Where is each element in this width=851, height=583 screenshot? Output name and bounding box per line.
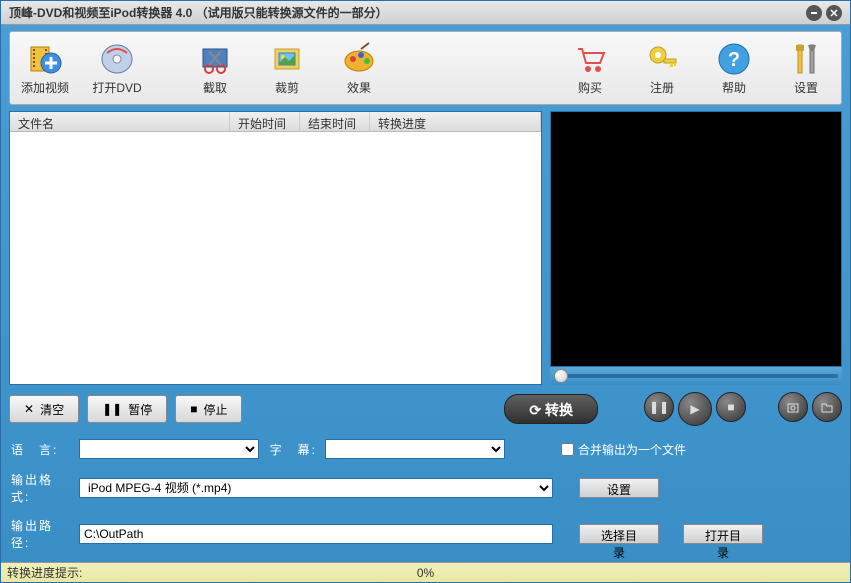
merge-label: 合并输出为一个文件 [578, 441, 686, 458]
toolbar-label: 注册 [650, 79, 674, 96]
open-dvd-icon [99, 41, 135, 77]
video-preview[interactable] [550, 111, 842, 367]
x-icon: ✕ [24, 402, 34, 416]
file-list[interactable]: 文件名 开始时间 结束时间 转换进度 [9, 111, 542, 385]
open-folder-button[interactable] [812, 392, 842, 422]
help-button[interactable]: ? 帮助 [705, 41, 763, 96]
convert-button[interactable]: ⟳ 转换 [504, 394, 598, 424]
clear-button[interactable]: ✕清空 [9, 395, 79, 423]
toolbar-group-edit: 截取 裁剪 效果 [186, 41, 388, 96]
add-video-icon [27, 41, 63, 77]
file-list-body[interactable] [10, 132, 541, 384]
media-pause-button[interactable]: ❚❚ [644, 392, 674, 422]
language-select[interactable] [79, 439, 259, 459]
open-dvd-button[interactable]: 打开DVD [88, 41, 146, 96]
subtitle-label: 字 幕: [267, 441, 317, 458]
app-window: 顶峰-DVD和视频至iPod转换器 4.0 （试用版只能转换源文件的一部分） 添… [0, 0, 851, 583]
main-area: 文件名 开始时间 结束时间 转换进度 [9, 111, 842, 385]
toolbar-label: 效果 [347, 79, 371, 96]
status-label: 转换进度提示: [7, 564, 82, 581]
toolbar-label: 帮助 [722, 79, 746, 96]
svg-text:?: ? [728, 49, 740, 71]
col-progress[interactable]: 转换进度 [370, 112, 541, 131]
toolbar-label: 打开DVD [92, 79, 141, 96]
toolbar-group-file: 添加视频 打开DVD [16, 41, 146, 96]
snapshot-button[interactable] [778, 392, 808, 422]
output-form: 语 言: 字 幕: 合并输出为一个文件 输出格式: iPod MPEG-4 视频… [11, 439, 840, 551]
media-controls: ❚❚ ▶ ■ [644, 392, 842, 426]
palette-icon [341, 41, 377, 77]
settings-button[interactable]: 设置 [777, 41, 835, 96]
col-start[interactable]: 开始时间 [230, 112, 300, 131]
stop-icon: ■ [190, 402, 197, 416]
window-title: 顶峰-DVD和视频至iPod转换器 4.0 （试用版只能转换源文件的一部分） [9, 4, 806, 21]
minimize-button[interactable] [806, 5, 822, 21]
buy-button[interactable]: 购买 [561, 41, 619, 96]
media-play-button[interactable]: ▶ [678, 392, 712, 426]
tools-icon [788, 41, 824, 77]
toolbar-label: 裁剪 [275, 79, 299, 96]
browse-button[interactable]: 选择目录 [579, 524, 659, 544]
toolbar-label: 设置 [794, 79, 818, 96]
crop-icon [269, 41, 305, 77]
control-bar: ✕清空 ❚❚暂停 ■停止 ⟳ 转换 ❚❚ ▶ ■ [9, 393, 842, 425]
toolbar-label: 添加视频 [21, 79, 69, 96]
file-list-header: 文件名 开始时间 结束时间 转换进度 [10, 112, 541, 132]
register-button[interactable]: 注册 [633, 41, 691, 96]
format-settings-button[interactable]: 设置 [579, 478, 659, 498]
col-end[interactable]: 结束时间 [300, 112, 370, 131]
statusbar: 转换进度提示: 0% [1, 562, 850, 582]
slider-track [554, 374, 838, 378]
stop-button[interactable]: ■停止 [175, 395, 242, 423]
close-button[interactable] [826, 5, 842, 21]
language-label: 语 言: [11, 441, 71, 458]
open-dir-button[interactable]: 打开目录 [683, 524, 763, 544]
scissors-icon [197, 41, 233, 77]
toolbar: 添加视频 打开DVD 截取 裁剪 效果 [9, 31, 842, 105]
preview-panel [550, 111, 842, 385]
seek-slider[interactable] [550, 367, 842, 385]
merge-checkbox[interactable] [561, 443, 574, 456]
toolbar-label: 截取 [203, 79, 227, 96]
slider-thumb[interactable] [554, 369, 568, 383]
format-label: 输出格式: [11, 471, 71, 505]
media-stop-button[interactable]: ■ [716, 392, 746, 422]
help-icon: ? [716, 41, 752, 77]
pause-button[interactable]: ❚❚暂停 [87, 395, 167, 423]
format-select[interactable]: iPod MPEG-4 视频 (*.mp4) [79, 478, 553, 498]
add-video-button[interactable]: 添加视频 [16, 41, 74, 96]
merge-checkbox-wrap[interactable]: 合并输出为一个文件 [561, 441, 686, 458]
effect-button[interactable]: 效果 [330, 41, 388, 96]
status-percent: 0% [417, 566, 434, 580]
toolbar-group-help: 购买 注册 ? 帮助 设置 [561, 41, 835, 96]
titlebar: 顶峰-DVD和视频至iPod转换器 4.0 （试用版只能转换源文件的一部分） [1, 1, 850, 25]
pause-icon: ❚❚ [102, 402, 122, 416]
path-label: 输出路径: [11, 517, 71, 551]
refresh-icon: ⟳ [529, 402, 541, 418]
key-icon [644, 41, 680, 77]
cart-icon [572, 41, 608, 77]
window-controls [806, 5, 842, 21]
col-filename[interactable]: 文件名 [10, 112, 230, 131]
subtitle-select[interactable] [325, 439, 505, 459]
toolbar-label: 购买 [578, 79, 602, 96]
capture-button[interactable]: 截取 [186, 41, 244, 96]
crop-button[interactable]: 裁剪 [258, 41, 316, 96]
output-path-input[interactable] [79, 524, 553, 544]
